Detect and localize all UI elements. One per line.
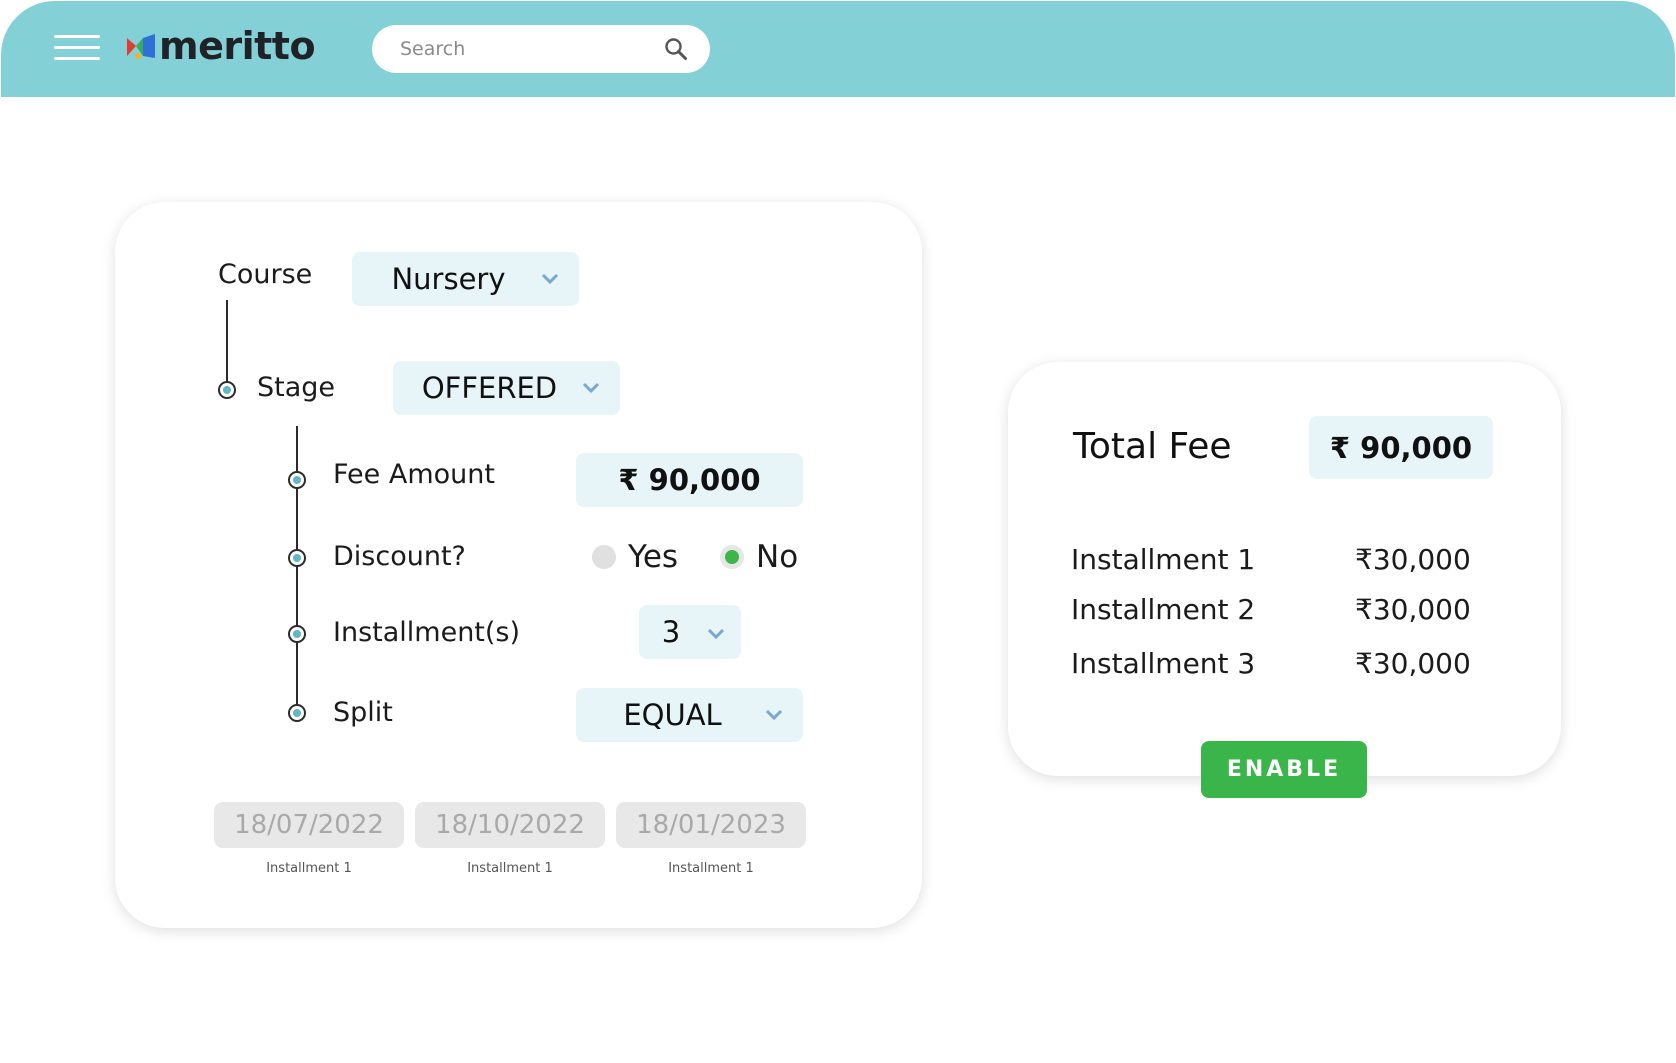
fee-amount-value: ₹ 90,000	[576, 453, 803, 507]
chevron-down-icon	[541, 273, 559, 285]
search-input[interactable]	[400, 38, 664, 60]
tree-node-installments	[288, 625, 306, 643]
stage-label: Stage	[257, 372, 336, 403]
radio-unselected-icon	[592, 545, 616, 569]
split-select[interactable]: EQUAL	[576, 688, 803, 742]
installment-3-amount: ₹30,000	[1355, 647, 1471, 680]
enable-button[interactable]: ENABLE	[1201, 741, 1367, 798]
search-bar[interactable]	[372, 25, 710, 73]
chevron-down-icon	[765, 709, 783, 721]
installments-value: 3	[661, 615, 681, 649]
tree-node-discount	[288, 549, 306, 567]
installment-date-1[interactable]: 18/07/2022	[214, 802, 404, 848]
installment-date-caption-1: Installment 1	[266, 861, 352, 876]
split-value: EQUAL	[623, 698, 722, 732]
tree-line-course	[226, 300, 228, 390]
installment-1-label: Installment 1	[1071, 543, 1256, 576]
search-icon[interactable]	[664, 37, 688, 61]
split-label: Split	[333, 697, 393, 728]
meritto-logo-mark-icon	[127, 34, 155, 59]
hamburger-menu-icon[interactable]	[54, 35, 100, 61]
course-label: Course	[218, 259, 313, 290]
stage-value: OFFERED	[421, 371, 558, 405]
discount-label: Discount?	[333, 541, 466, 572]
total-fee-label: Total Fee	[1073, 426, 1232, 467]
tree-node-split	[288, 704, 306, 722]
chevron-down-icon	[582, 382, 600, 394]
top-header: meritto	[1, 1, 1675, 97]
course-select[interactable]: Nursery	[352, 252, 579, 306]
fee-amount-label: Fee Amount	[333, 459, 495, 490]
total-fee-value: ₹ 90,000	[1309, 416, 1493, 479]
meritto-logo[interactable]: meritto	[127, 23, 316, 69]
tree-line-stage	[296, 426, 298, 714]
installments-label: Installment(s)	[333, 617, 521, 648]
stage-select[interactable]: OFFERED	[393, 361, 620, 415]
logo-text: meritto	[159, 24, 316, 68]
installment-2-label: Installment 2	[1071, 593, 1256, 626]
installment-1-amount: ₹30,000	[1355, 543, 1471, 576]
tree-node-stage	[218, 381, 236, 399]
installment-date-3[interactable]: 18/01/2023	[616, 802, 806, 848]
discount-yes-label: Yes	[628, 539, 679, 575]
installment-2-amount: ₹30,000	[1355, 593, 1471, 626]
discount-yes-radio[interactable]: Yes	[592, 539, 678, 575]
tree-node-fee-amount	[288, 471, 306, 489]
radio-selected-icon	[720, 545, 744, 569]
installment-date-caption-2: Installment 1	[467, 861, 553, 876]
discount-no-radio[interactable]: No	[720, 539, 798, 575]
installment-3-label: Installment 3	[1071, 647, 1256, 680]
course-value: Nursery	[391, 262, 506, 296]
installment-date-2[interactable]: 18/10/2022	[415, 802, 605, 848]
installment-date-caption-3: Installment 1	[668, 861, 754, 876]
chevron-down-icon	[707, 628, 725, 640]
installments-select[interactable]: 3	[639, 605, 741, 659]
discount-no-label: No	[756, 539, 799, 575]
